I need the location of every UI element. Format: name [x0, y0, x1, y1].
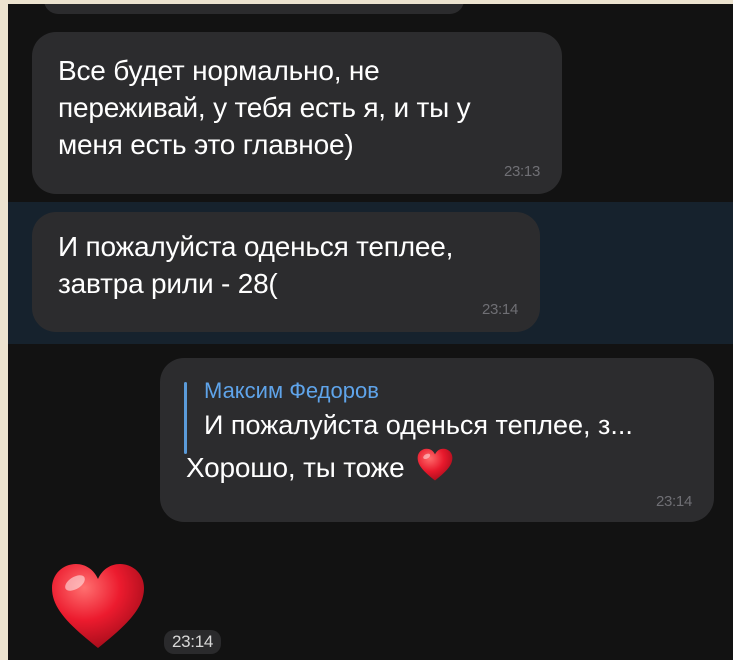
reply-accent-bar — [184, 382, 187, 454]
message-time-pill: 23:14 — [164, 630, 222, 654]
reply-quote[interactable]: Максим Федоров И пожалуйста оденься тепл… — [184, 376, 692, 454]
message-time: 23:13 — [503, 163, 540, 180]
heart-icon — [416, 448, 454, 487]
reply-author: Максим Федоров — [204, 378, 379, 403]
previous-message-bubble[interactable] — [44, 4, 464, 14]
message-text: И пожалуйста оденься теплее, завтра рили… — [58, 231, 454, 299]
message-text: Хорошо, ты тоже — [186, 452, 405, 483]
reply-preview-text: И пожалуйста оденься теплее, з... — [204, 410, 633, 440]
message-text: Все будет нормально, не переживай, у теб… — [58, 55, 471, 160]
message-bubble-incoming[interactable]: И пожалуйста оденься теплее, завтра рили… — [32, 212, 540, 332]
message-bubble-reply[interactable]: Максим Федоров И пожалуйста оденься тепл… — [160, 358, 714, 522]
message-bubble-incoming[interactable]: Все будет нормально, не переживай, у теб… — [32, 32, 562, 194]
heart-icon[interactable] — [48, 562, 148, 652]
message-time: 23:14 — [481, 301, 518, 318]
message-time: 23:14 — [655, 493, 692, 510]
chat-screen: Все будет нормально, не переживай, у теб… — [8, 4, 733, 660]
